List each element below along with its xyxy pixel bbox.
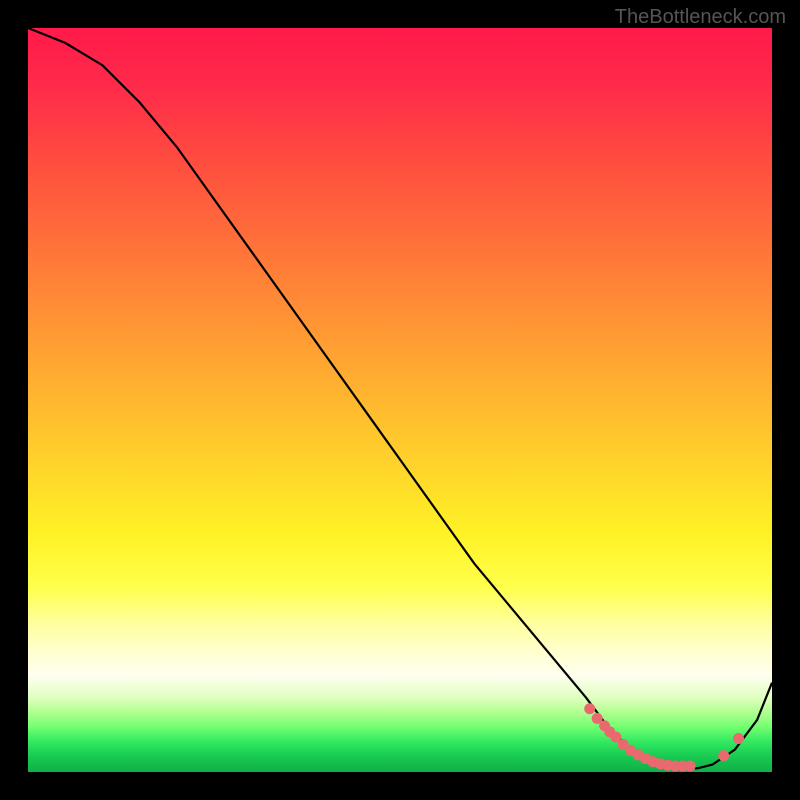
bottleneck-curve: [28, 28, 772, 768]
highlight-dot: [584, 703, 595, 714]
watermark-text: TheBottleneck.com: [615, 6, 786, 29]
highlight-dot: [733, 733, 744, 744]
highlight-dot: [685, 761, 696, 772]
curve-svg: [28, 28, 772, 772]
highlight-dots: [584, 703, 744, 771]
highlight-dot: [718, 750, 729, 761]
plot-area: [28, 28, 772, 772]
